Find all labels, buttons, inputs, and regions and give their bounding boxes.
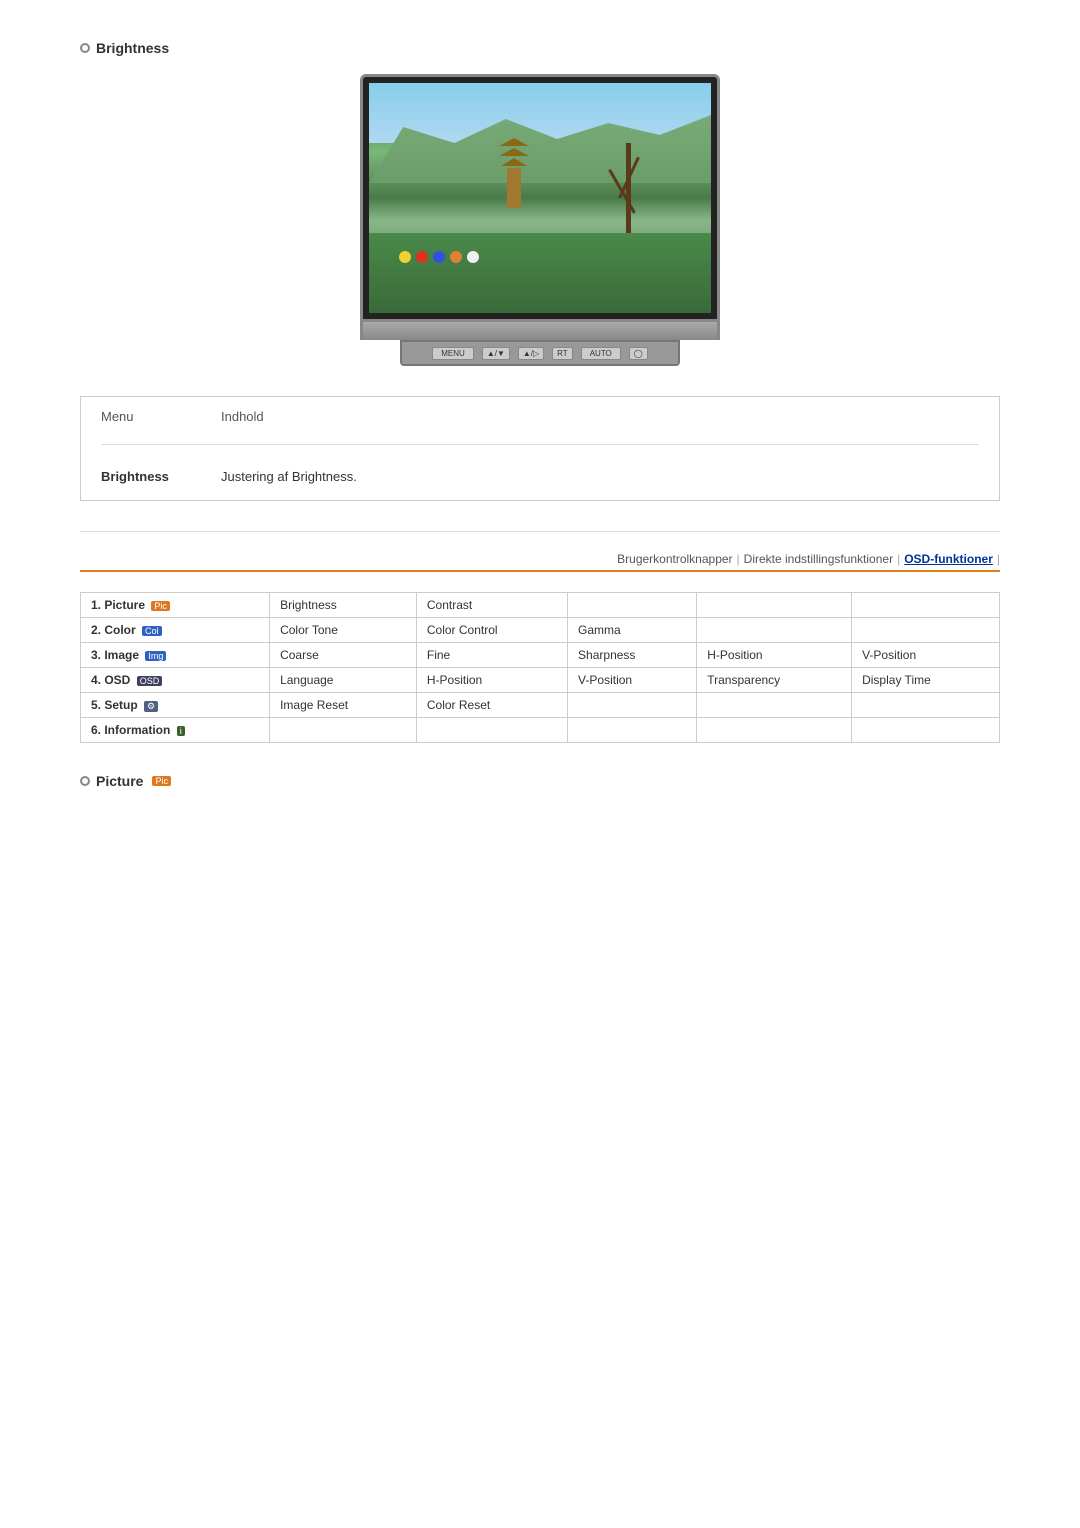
- badge-osd: OSD: [137, 676, 163, 686]
- monitor-frame: [360, 74, 720, 322]
- ctrl-rt[interactable]: RT: [552, 347, 573, 360]
- table-row: 2. Color Col Color Tone Color Control Ga…: [81, 618, 1000, 643]
- menu-label-osd: 4. OSD: [91, 673, 134, 687]
- cell-image-reset[interactable]: Image Reset: [270, 693, 417, 718]
- cell-contrast[interactable]: Contrast: [416, 593, 567, 618]
- monitor-screen: [369, 83, 711, 313]
- cell-empty13: [852, 718, 1000, 743]
- cell-empty5: [852, 618, 1000, 643]
- badge-color: Col: [142, 626, 162, 636]
- cell-language[interactable]: Language: [270, 668, 417, 693]
- table-row: 4. OSD OSD Language H-Position V-Positio…: [81, 668, 1000, 693]
- menu-item-setup[interactable]: 5. Setup ⚙: [81, 693, 270, 718]
- picture-heading: Picture Pic: [80, 773, 1000, 789]
- nav-sep1: |: [737, 552, 740, 566]
- cell-color-control[interactable]: Color Control: [416, 618, 567, 643]
- badge-setup: ⚙: [144, 701, 158, 712]
- table-row: 1. Picture Pic Brightness Contrast: [81, 593, 1000, 618]
- info-table-header: Menu Indhold: [101, 409, 979, 424]
- col-header-menu: Menu: [101, 409, 221, 424]
- menu-label-image: 3. Image: [91, 648, 142, 662]
- section-divider: [80, 531, 1000, 532]
- circle-icon-picture: [80, 776, 90, 786]
- cell-brightness[interactable]: Brightness: [270, 593, 417, 618]
- badge-information: i: [177, 726, 185, 736]
- cell-h-position-image[interactable]: H-Position: [697, 643, 852, 668]
- pagoda: [499, 138, 529, 208]
- badge-image: Img: [145, 651, 166, 661]
- menu-label-picture: 1. Picture: [91, 598, 148, 612]
- cell-empty6: [568, 693, 697, 718]
- cell-display-time[interactable]: Display Time: [852, 668, 1000, 693]
- cell-sharpness[interactable]: Sharpness: [568, 643, 697, 668]
- cell-empty3: [852, 593, 1000, 618]
- ctrl-auto[interactable]: AUTO: [581, 347, 621, 360]
- nav-links: Brugerkontrolknapper | Direkte indstilli…: [80, 552, 1000, 572]
- cell-fine[interactable]: Fine: [416, 643, 567, 668]
- ctrl-power[interactable]: ◯: [629, 347, 648, 360]
- cell-transparency[interactable]: Transparency: [697, 668, 852, 693]
- menu-label-color: 2. Color: [91, 623, 139, 637]
- cell-coarse[interactable]: Coarse: [270, 643, 417, 668]
- nav-sep3: |: [997, 552, 1000, 566]
- brightness-heading: Brightness: [80, 40, 1000, 56]
- menu-item-color[interactable]: 2. Color Col: [81, 618, 270, 643]
- info-table: Menu Indhold Brightness Justering af Bri…: [80, 396, 1000, 501]
- cell-empty8: [852, 693, 1000, 718]
- nav-sep2: |: [897, 552, 900, 566]
- row-menu-label: Brightness: [101, 469, 221, 484]
- cell-v-position-image[interactable]: V-Position: [852, 643, 1000, 668]
- menu-label-information: 6. Information: [91, 723, 170, 737]
- cell-gamma[interactable]: Gamma: [568, 618, 697, 643]
- cell-empty2: [697, 593, 852, 618]
- cell-color-reset[interactable]: Color Reset: [416, 693, 567, 718]
- menu-item-image[interactable]: 3. Image Img: [81, 643, 270, 668]
- table-row: 5. Setup ⚙ Image Reset Color Reset: [81, 693, 1000, 718]
- cell-v-position-osd[interactable]: V-Position: [568, 668, 697, 693]
- badge-picture: Pic: [151, 601, 170, 611]
- brightness-label: Brightness: [96, 40, 169, 56]
- monitor-bezel: [360, 322, 720, 340]
- ctrl-brightness[interactable]: ▲/▼: [482, 347, 510, 360]
- info-table-row: Brightness Justering af Brightness.: [101, 465, 979, 488]
- nav-brugerkontrol[interactable]: Brugerkontrolknapper: [617, 552, 732, 566]
- cell-empty10: [416, 718, 567, 743]
- ctrl-menu[interactable]: MENU: [432, 347, 474, 360]
- menu-item-picture[interactable]: 1. Picture Pic: [81, 593, 270, 618]
- row-content-label: Justering af Brightness.: [221, 469, 979, 484]
- cell-empty4: [697, 618, 852, 643]
- cell-empty9: [270, 718, 417, 743]
- monitor-container: MENU ▲/▼ ▲/▷ RT AUTO ◯: [80, 74, 1000, 366]
- ctrl-arrows[interactable]: ▲/▷: [518, 347, 544, 360]
- ground: [369, 233, 711, 313]
- menu-label-setup: 5. Setup: [91, 698, 141, 712]
- table-row: 6. Information i: [81, 718, 1000, 743]
- circle-icon: [80, 43, 90, 53]
- cell-empty12: [697, 718, 852, 743]
- col-header-content: Indhold: [221, 409, 979, 424]
- picture-label: Picture: [96, 773, 143, 789]
- menu-item-information[interactable]: 6. Information i: [81, 718, 270, 743]
- monitor-controls: MENU ▲/▼ ▲/▷ RT AUTO ◯: [400, 340, 680, 366]
- menu-item-osd[interactable]: 4. OSD OSD: [81, 668, 270, 693]
- nav-direkte[interactable]: Direkte indstillingsfunktioner: [744, 552, 893, 566]
- menu-table: 1. Picture Pic Brightness Contrast 2. Co…: [80, 592, 1000, 743]
- cell-color-tone[interactable]: Color Tone: [270, 618, 417, 643]
- colorful-balls: [399, 251, 479, 263]
- cell-empty1: [568, 593, 697, 618]
- picture-badge: Pic: [152, 776, 171, 786]
- table-row: 3. Image Img Coarse Fine Sharpness H-Pos…: [81, 643, 1000, 668]
- cell-empty7: [697, 693, 852, 718]
- cell-empty11: [568, 718, 697, 743]
- nav-osd[interactable]: OSD-funktioner: [904, 552, 993, 566]
- cell-h-position-osd[interactable]: H-Position: [416, 668, 567, 693]
- divider1: [101, 444, 979, 445]
